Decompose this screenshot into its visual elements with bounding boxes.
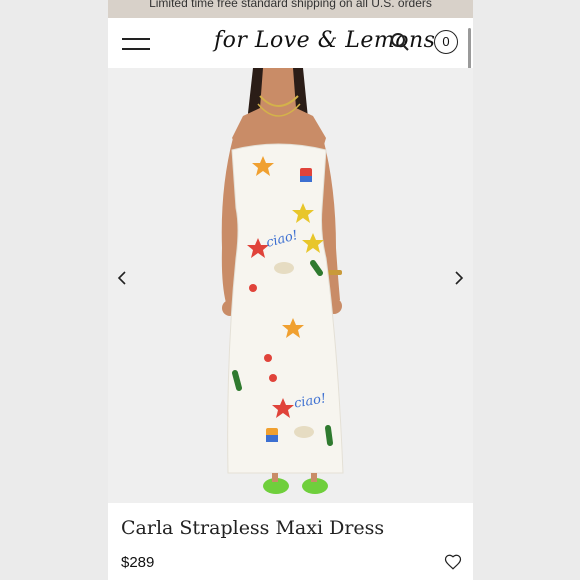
- product-image[interactable]: ciao! ciao!: [108, 68, 473, 503]
- site-header: for Love & Lemons 0: [108, 18, 473, 68]
- product-page: Limited time free standard shipping on a…: [108, 0, 473, 580]
- cart-count: 0: [442, 34, 450, 49]
- heart-icon[interactable]: [444, 553, 462, 571]
- chevron-right-icon[interactable]: [451, 266, 467, 290]
- product-title: Carla Strapless Maxi Dress: [121, 517, 385, 539]
- promo-banner[interactable]: Limited time free standard shipping on a…: [108, 0, 473, 18]
- search-icon[interactable]: [390, 32, 410, 52]
- hamburger-menu-icon[interactable]: [122, 38, 150, 52]
- promo-text: Limited time free standard shipping on a…: [149, 0, 432, 10]
- chevron-left-icon[interactable]: [114, 266, 130, 290]
- cart-icon[interactable]: 0: [434, 30, 458, 54]
- model-illustration: ciao! ciao!: [221, 68, 344, 494]
- product-price: $289: [121, 554, 155, 571]
